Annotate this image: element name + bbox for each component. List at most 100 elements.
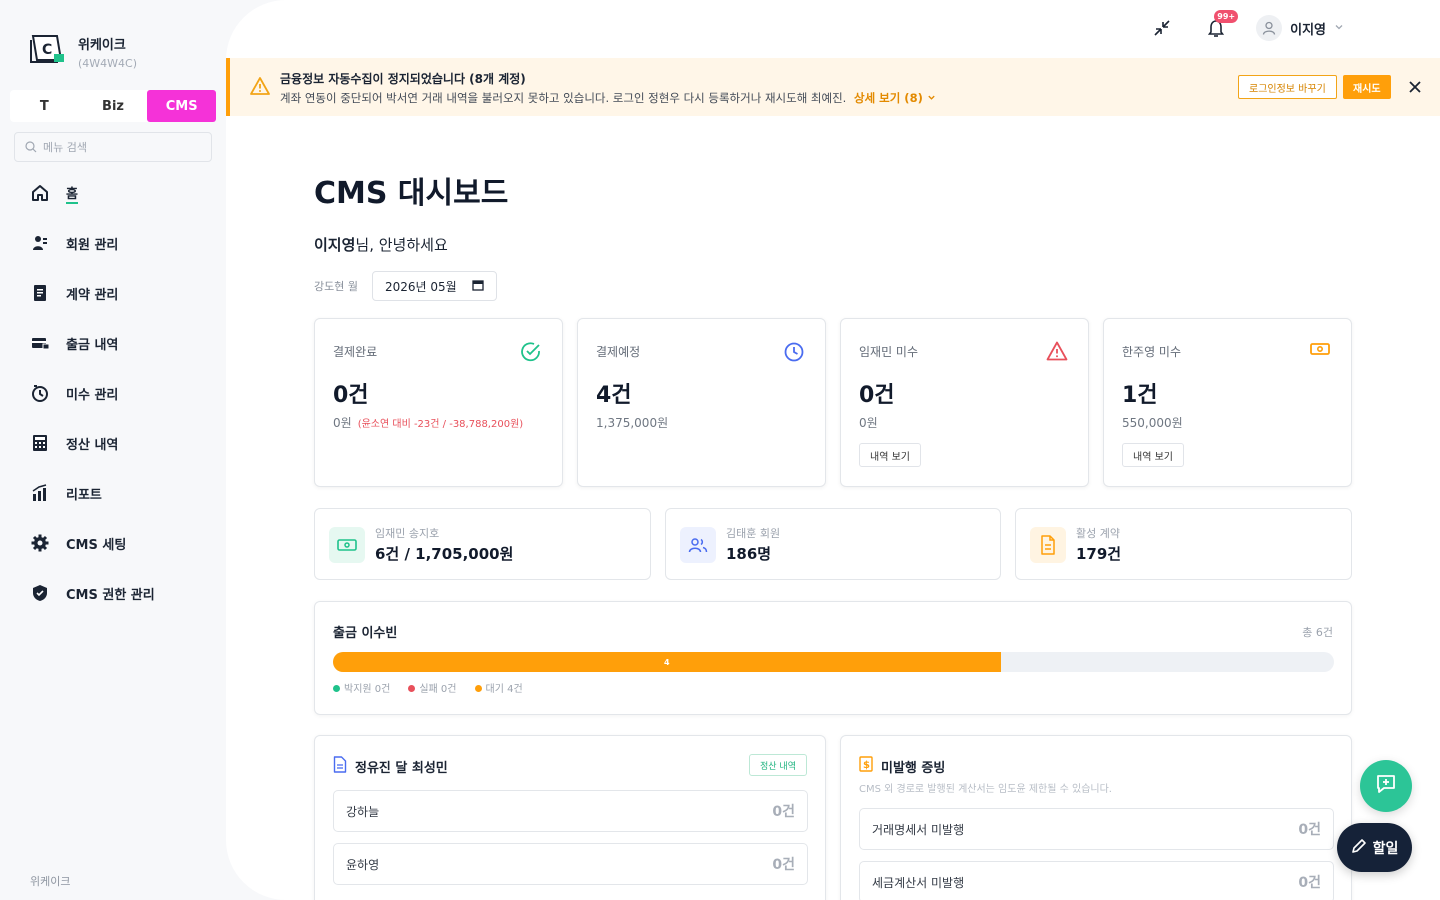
segment-t[interactable]: T xyxy=(10,90,79,122)
card-icon xyxy=(30,333,50,353)
sidebar-item-receivables[interactable]: 미수 관리 xyxy=(30,368,155,418)
alert-title: 금융정보 자동수집이 정지되었습니다 (8개 계정) xyxy=(280,72,526,86)
sidebar-item-label: 정산 내역 xyxy=(66,437,119,453)
calendar-icon xyxy=(472,279,484,294)
withdraw-total: 총 6건 xyxy=(1302,626,1333,639)
unissued-title: 미발행 증빙 xyxy=(881,760,946,776)
sidebar-item-label: 홈 xyxy=(66,183,78,204)
stat-compare: (윤소연 대비 -23건 / -38,788,200원) xyxy=(357,419,524,430)
sidebar-item-label: 미수 관리 xyxy=(66,387,119,403)
list-item-count: 0건 xyxy=(772,857,795,873)
menu-search-input[interactable] xyxy=(43,140,193,154)
month-picker[interactable]: 2026년 05월 xyxy=(371,271,497,301)
svg-text:$: $ xyxy=(863,760,870,771)
product-switcher: T Biz CMS xyxy=(10,90,217,122)
segment-cms[interactable]: CMS xyxy=(147,90,217,122)
clock-icon xyxy=(783,341,805,367)
main-content: 99+ 이지영 금융정보 자동수집이 정지되었습니다 (8개 계정) 계좌 연동… xyxy=(226,0,1440,900)
greeting-name: 이지영 xyxy=(314,236,356,254)
view-details-button[interactable]: 내역 보기 xyxy=(859,443,921,467)
brand-name: 위케이크 xyxy=(78,38,126,53)
user-name: 이지영 xyxy=(1290,22,1326,38)
stat-value: 4건 xyxy=(596,383,632,408)
sidebar-nav: 홈 회원 관리 계약 관리 출금 내역 미수 관리 정산 내역 리포트 CMS … xyxy=(30,168,155,618)
topbar: 99+ 이지영 xyxy=(1148,10,1344,42)
stat-sub: 0원 xyxy=(859,416,878,430)
new-message-button[interactable] xyxy=(1360,760,1412,812)
alert-message: 계좌 연동이 중단되어 박서연 거래 내역을 불러오지 못하고 있습니다. 로그… xyxy=(280,91,847,105)
legend-label: 박지원 0건 xyxy=(344,684,391,695)
page-title: CMS 대시보드 xyxy=(314,176,509,211)
list-item-count: 0건 xyxy=(772,804,795,820)
list-item[interactable]: 세금계산서 미발행 0건 xyxy=(859,861,1334,900)
close-icon[interactable] xyxy=(1404,76,1426,98)
menu-search xyxy=(14,132,212,162)
stat-label: 결제예정 xyxy=(596,345,641,359)
logo-icon: C xyxy=(28,32,66,66)
withdraw-progress-card: 출금 이수빈 총 6건 4 박지원 0건 실패 0건 대기 4건 xyxy=(314,601,1352,715)
greeting-suffix: 님, 안녕하세요 xyxy=(355,236,448,254)
brand[interactable]: C 위케이크 (4W4W4C) xyxy=(28,32,137,70)
list-item[interactable]: 윤하영 0건 xyxy=(333,843,808,885)
receipt-icon: $ xyxy=(859,756,873,776)
mini-value: 179건 xyxy=(1076,545,1122,563)
chat-plus-icon xyxy=(1375,773,1397,799)
user-menu[interactable]: 이지영 xyxy=(1256,15,1344,41)
alert-body: 계좌 연동이 중단되어 박서연 거래 내역을 불러오지 못하고 있습니다. 로그… xyxy=(280,90,936,106)
view-details-button[interactable]: 내역 보기 xyxy=(1122,443,1184,467)
withdraw-title: 출금 이수빈 xyxy=(333,626,398,641)
month-label: 강도현 월 xyxy=(314,280,358,293)
stat-card-unpaid: 한주영 미수 1건 550,000원 내역 보기 xyxy=(1103,318,1352,487)
document-icon xyxy=(1030,527,1066,563)
svg-text:C: C xyxy=(42,42,52,58)
clock-icon xyxy=(30,383,50,403)
unissued-desc: CMS 외 경로로 발행된 계산서는 임도윤 제한될 수 있습니다. xyxy=(859,784,1112,795)
collapse-icon[interactable] xyxy=(1148,14,1176,42)
sidebar-item-label: 회원 관리 xyxy=(66,237,119,253)
sidebar-item-settlements[interactable]: 정산 내역 xyxy=(30,418,155,468)
stat-value: 1건 xyxy=(1122,383,1158,408)
mini-card-members: 김태훈 회원 186명 xyxy=(665,508,1001,580)
users-icon xyxy=(680,527,716,563)
notification-badge: 99+ xyxy=(1214,10,1239,23)
sidebar-item-label: 출금 내역 xyxy=(66,337,119,353)
sidebar-item-contracts[interactable]: 계약 관리 xyxy=(30,268,155,318)
stat-label: 임재민 미수 xyxy=(859,345,919,359)
sidebar-item-label: CMS 세팅 xyxy=(66,537,127,553)
stat-card-scheduled: 결제예정 4건 1,375,000원 xyxy=(577,318,826,487)
sidebar: C 위케이크 (4W4W4C) T Biz CMS 홈 회원 관리 xyxy=(0,0,226,900)
legend-item-failed: 실패 0건 xyxy=(408,680,457,695)
list-item[interactable]: 강하늘 0건 xyxy=(333,790,808,832)
alert-detail-link[interactable]: 상세 보기 (8) xyxy=(854,91,936,105)
sidebar-item-members[interactable]: 회원 관리 xyxy=(30,218,155,268)
stat-value: 0건 xyxy=(859,383,895,408)
settlement-card: 정유진 달 최성민 정산 내역 강하늘 0건 윤하영 0건 xyxy=(314,735,826,900)
list-item[interactable]: 거래명세서 미발행 0건 xyxy=(859,808,1334,850)
sidebar-item-label: 계약 관리 xyxy=(66,287,119,303)
mini-label: 김태훈 회원 xyxy=(726,527,781,540)
legend-label: 대기 4건 xyxy=(485,684,523,695)
settlement-link-button[interactable]: 정산 내역 xyxy=(749,754,807,776)
alert-detail-label: 상세 보기 (8) xyxy=(853,91,923,105)
segment-biz[interactable]: Biz xyxy=(79,90,148,122)
member-icon xyxy=(30,233,50,253)
list-item-name: 거래명세서 미발행 xyxy=(872,822,965,837)
todo-button[interactable]: 할일 xyxy=(1337,823,1412,872)
stat-card-paid: 결제완료 0건 0원 (윤소연 대비 -23건 / -38,788,200원) xyxy=(314,318,563,487)
month-filter: 강도현 월 2026년 05월 xyxy=(314,271,497,301)
retry-button[interactable]: 재시도 xyxy=(1343,75,1391,99)
pencil-icon xyxy=(1351,838,1367,858)
mini-label: 활성 계약 xyxy=(1076,527,1120,540)
sidebar-item-withdrawals[interactable]: 출금 내역 xyxy=(30,318,155,368)
bell-icon[interactable]: 99+ xyxy=(1202,10,1239,42)
sidebar-item-cms-permissions[interactable]: CMS 권한 관리 xyxy=(30,568,155,618)
stat-label: 결제완료 xyxy=(333,345,378,359)
change-login-button[interactable]: 로그인정보 바꾸기 xyxy=(1238,75,1337,99)
gear-icon xyxy=(30,533,50,553)
list-item-name: 윤하영 xyxy=(346,857,380,872)
sidebar-item-reports[interactable]: 리포트 xyxy=(30,468,155,518)
sidebar-item-home[interactable]: 홈 xyxy=(30,168,155,218)
sidebar-item-cms-settings[interactable]: CMS 세팅 xyxy=(30,518,155,568)
mini-value: 186명 xyxy=(726,545,772,563)
warning-icon xyxy=(250,77,270,99)
